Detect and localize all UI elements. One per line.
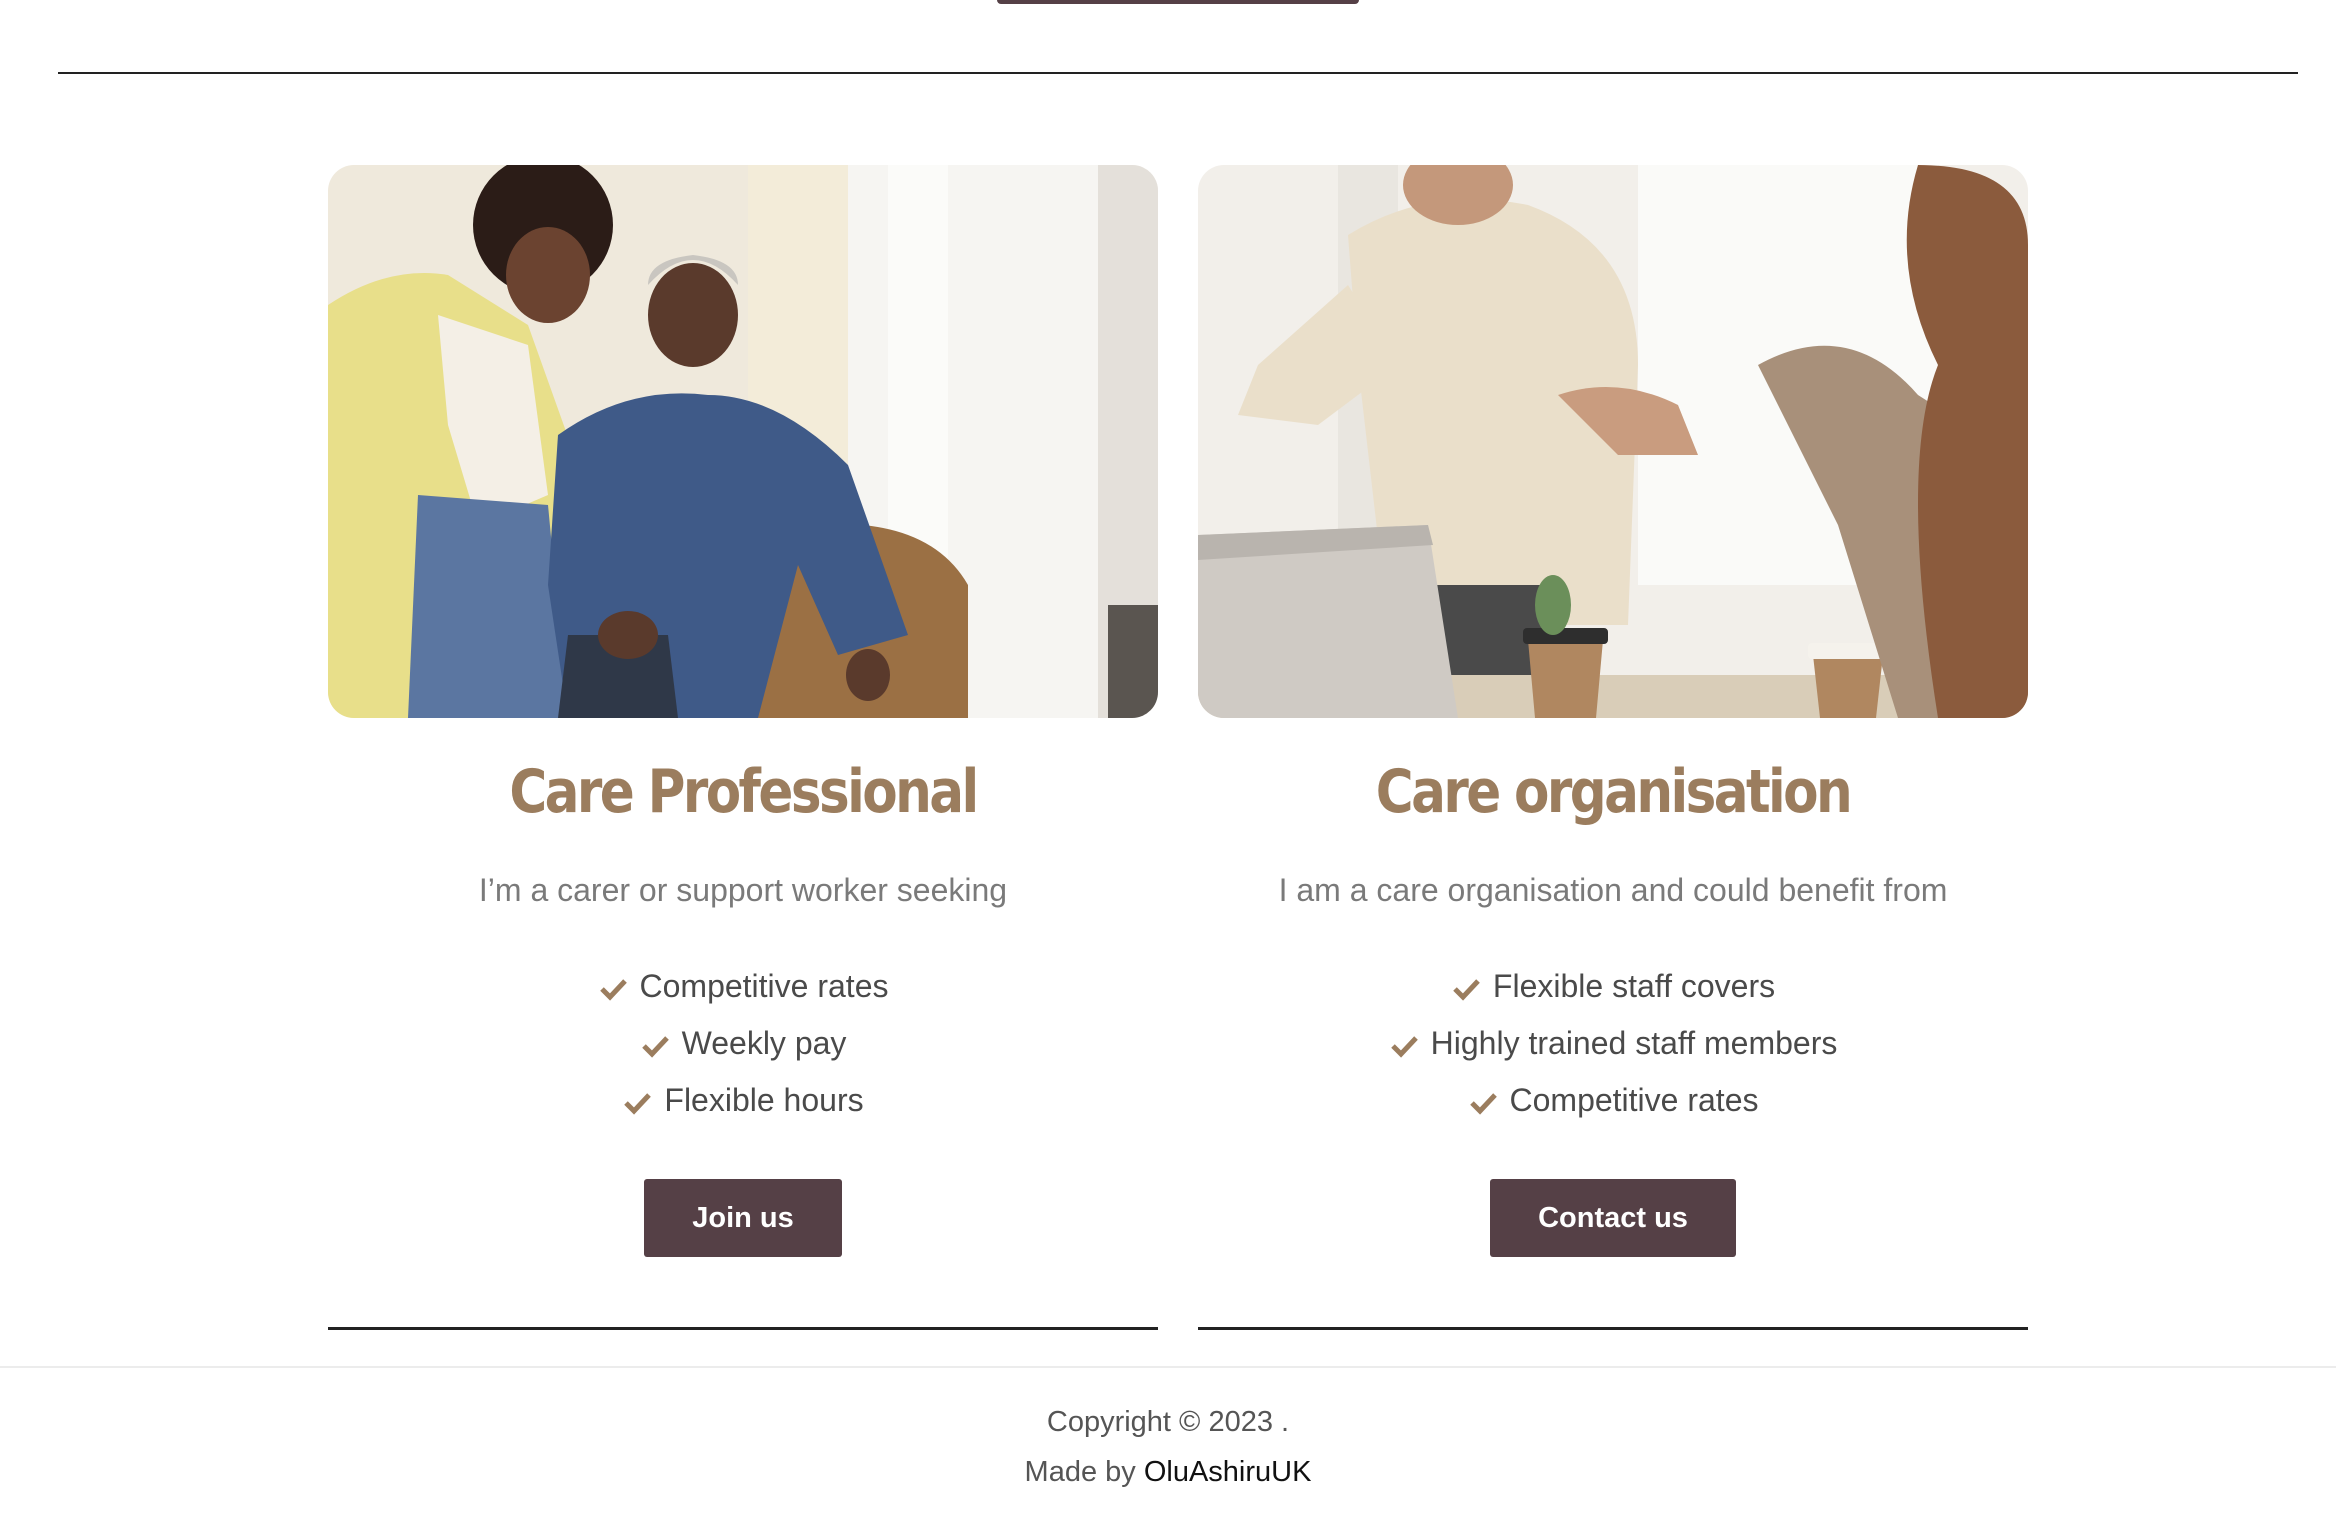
card-care-organisation: Care organisation I am a care organisati… [1198, 165, 2028, 1330]
site-footer: Copyright © 2023 . Made by OluAshiruUK [0, 1366, 2336, 1520]
card-title: Care Professional [509, 757, 979, 827]
contact-us-button[interactable]: Contact us [1490, 1179, 1736, 1257]
check-icon [1451, 974, 1481, 1004]
feature-item: Flexible staff covers [1198, 958, 2028, 1015]
card-title: Care organisation [1375, 757, 1853, 827]
check-icon [1389, 1031, 1419, 1061]
card-subtitle: I’m a carer or support worker seeking [478, 872, 1008, 908]
feature-item: Flexible hours [328, 1072, 1158, 1129]
card-care-professional: Care Professional I’m a carer or support… [328, 165, 1158, 1330]
feature-list: Competitive rates Weekly pay Flexible ho… [328, 958, 1158, 1129]
feature-item: Highly trained staff members [1198, 1015, 2028, 1072]
feature-item: Competitive rates [1198, 1072, 2028, 1129]
care-professional-photo [328, 165, 1158, 718]
card-divider [328, 1327, 1158, 1330]
care-organisation-photo [1198, 165, 2028, 718]
made-by-line: Made by OluAshiruUK [0, 1452, 2336, 1492]
card-divider [1198, 1327, 2028, 1330]
check-icon [622, 1088, 652, 1118]
card-subtitle: I am a care organisation and could benef… [1278, 872, 1948, 908]
made-by-prefix: Made by [1024, 1456, 1144, 1488]
feature-list: Flexible staff covers Highly trained sta… [1198, 958, 2028, 1129]
join-us-button[interactable]: Join us [644, 1179, 842, 1257]
top-nav-tab-edge[interactable] [997, 0, 1359, 4]
check-icon [1468, 1088, 1498, 1118]
check-icon [598, 974, 628, 1004]
author-link[interactable]: OluAshiruUK [1144, 1456, 1312, 1488]
feature-item: Competitive rates [328, 958, 1158, 1015]
check-icon [640, 1031, 670, 1061]
section-divider [58, 72, 2298, 74]
feature-item: Weekly pay [328, 1015, 1158, 1072]
copyright-text: Copyright © 2023 . [1046, 1406, 1290, 1438]
